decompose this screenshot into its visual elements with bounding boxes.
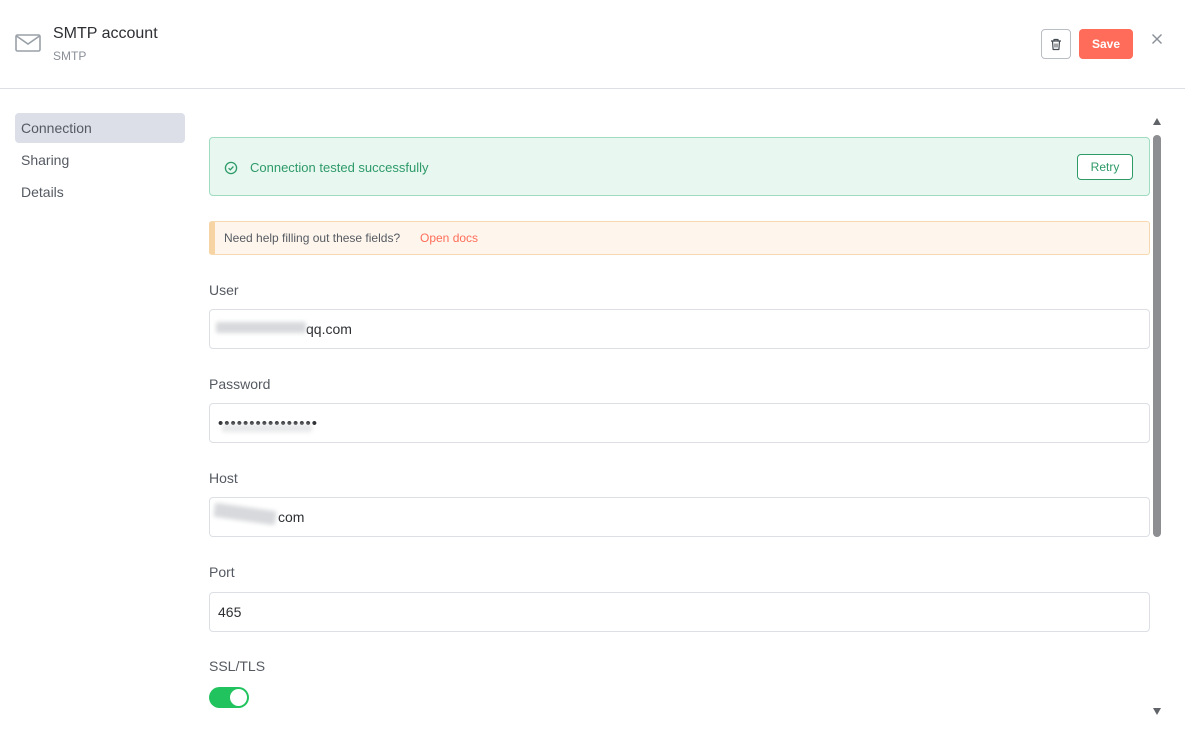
close-icon — [1152, 34, 1162, 44]
user-field[interactable] — [209, 309, 1150, 349]
host-field[interactable] — [209, 497, 1150, 537]
scroll-down-arrow-icon[interactable] — [1153, 708, 1161, 715]
port-field[interactable] — [209, 592, 1150, 632]
retry-button[interactable]: Retry — [1077, 154, 1133, 180]
sidebar-item-details[interactable]: Details — [15, 177, 185, 207]
mail-icon — [15, 34, 41, 52]
save-button[interactable]: Save — [1079, 29, 1133, 59]
open-docs-link[interactable]: Open docs — [420, 231, 478, 245]
redacted-password — [222, 424, 312, 432]
sidebar-item-connection[interactable]: Connection — [15, 113, 185, 143]
sidebar-item-sharing[interactable]: Sharing — [15, 145, 185, 175]
check-circle-icon — [224, 161, 238, 175]
ssl-tls-label: SSL/TLS — [209, 658, 266, 674]
close-button[interactable] — [1149, 30, 1165, 48]
help-text: Need help filling out these fields? — [224, 231, 401, 245]
trash-icon — [1051, 38, 1061, 50]
host-label: Host — [209, 470, 238, 486]
modal-header: SMTP account SMTP Save — [0, 0, 1185, 89]
redacted-user — [216, 322, 306, 333]
port-label: Port — [209, 564, 235, 580]
toggle-knob — [230, 689, 247, 706]
help-banner: Need help filling out these fields? Open… — [209, 221, 1150, 255]
success-message: Connection tested successfully — [250, 160, 429, 175]
user-label: User — [209, 282, 239, 298]
page-subtitle: SMTP — [53, 49, 87, 63]
page-title: SMTP account — [53, 25, 158, 42]
scrollbar-thumb[interactable] — [1153, 135, 1161, 537]
password-field[interactable] — [209, 403, 1150, 443]
password-label: Password — [209, 376, 271, 392]
ssl-tls-toggle[interactable] — [209, 687, 249, 708]
connection-success-banner: Connection tested successfully Retry — [209, 137, 1150, 196]
scroll-up-arrow-icon[interactable] — [1153, 118, 1161, 125]
delete-button[interactable] — [1041, 29, 1071, 59]
